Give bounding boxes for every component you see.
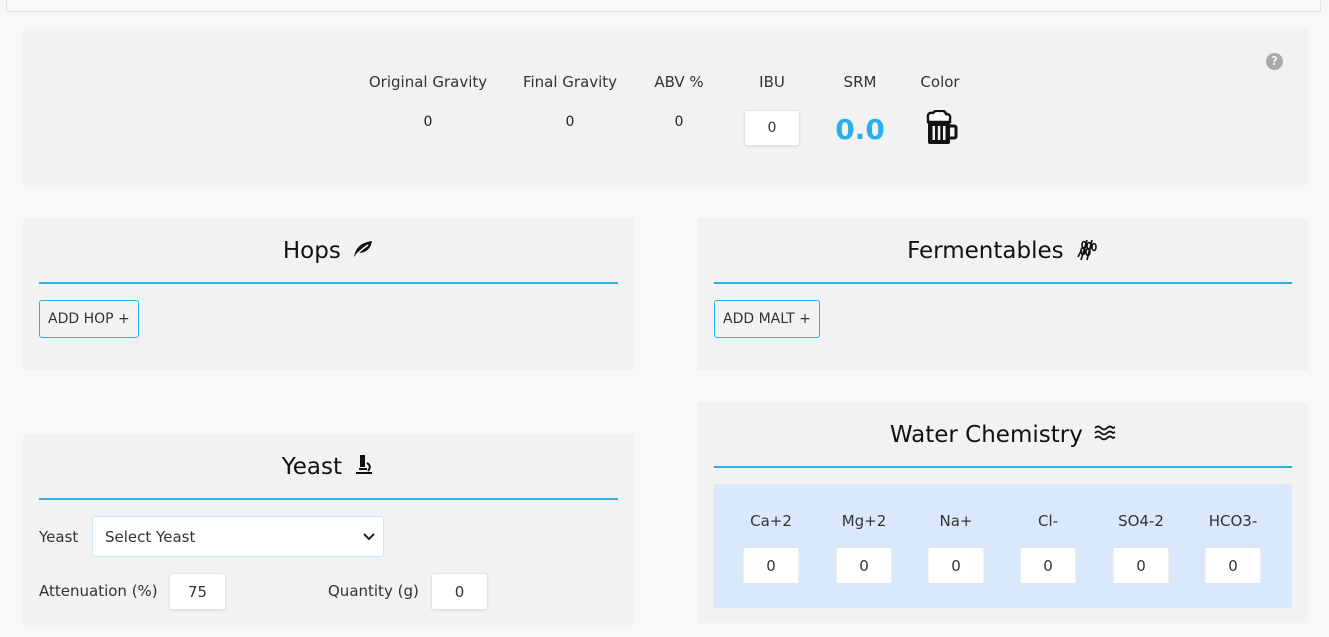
ibu-label: IBU [759, 73, 785, 91]
og-value: 0 [423, 114, 433, 130]
water-title: Water Chemistry [714, 418, 1292, 468]
srm-label: SRM [843, 73, 877, 91]
question-circle-icon[interactable]: ? [1266, 53, 1283, 70]
fermentables-panel: Fermentables ADD MALT + [698, 218, 1308, 370]
attenuation-input[interactable] [169, 573, 226, 610]
fg-label: Final Gravity [522, 73, 618, 91]
ion-input-ca[interactable] [742, 547, 800, 584]
ion-label-ca: Ca+2 [750, 512, 792, 530]
fermentables-title-text: Fermentables [907, 238, 1064, 264]
fermentables-title: Fermentables [714, 234, 1292, 284]
yeast-select[interactable]: Select Yeast [92, 516, 384, 557]
ion-label-hco3: HCO3- [1208, 512, 1258, 530]
fg-value: 0 [565, 114, 575, 130]
attenuation-label: Attenuation (%) [39, 582, 158, 600]
ion-label-so4: SO4-2 [1118, 512, 1164, 530]
chevron-down-icon [363, 532, 375, 540]
ibu-input[interactable] [744, 110, 800, 146]
beer-mug-icon [926, 110, 958, 144]
water-waves-icon [1094, 425, 1116, 440]
ion-input-cl[interactable] [1019, 547, 1077, 584]
yeast-title-text: Yeast [281, 454, 342, 480]
yeast-title: Yeast [39, 450, 618, 500]
add-hop-button[interactable]: ADD HOP + [39, 300, 139, 338]
hops-panel: Hops ADD HOP + [23, 218, 634, 370]
top-bar [6, 0, 1321, 12]
ion-input-na[interactable] [927, 547, 985, 584]
srm-value: 0.0 [835, 113, 885, 146]
water-chemistry-box: Ca+2 Mg+2 Na+ Cl- SO4-2 HCO3- [714, 484, 1292, 608]
hops-title: Hops [39, 234, 618, 284]
color-label: Color [920, 73, 960, 91]
quantity-input[interactable] [431, 573, 488, 610]
water-chemistry-panel: Water Chemistry Ca+2 Mg+2 Na+ Cl- SO4-2 … [698, 402, 1308, 623]
stats-panel: ? Original Gravity Final Gravity ABV % I… [23, 29, 1308, 185]
ion-input-so4[interactable] [1112, 547, 1170, 584]
abv-label: ABV % [654, 73, 704, 91]
ion-label-cl: Cl- [1037, 512, 1059, 530]
ion-label-na: Na+ [939, 512, 973, 530]
ion-input-hco3[interactable] [1204, 547, 1262, 584]
yeast-select-value: Select Yeast [105, 527, 196, 546]
ion-input-mg[interactable] [835, 547, 893, 584]
ion-label-mg: Mg+2 [841, 512, 887, 530]
water-title-text: Water Chemistry [889, 422, 1083, 448]
hops-title-text: Hops [282, 238, 341, 264]
yeast-panel: Yeast Yeast Select Yeast Attenuation (%)… [23, 434, 634, 625]
leaf-icon [354, 240, 373, 257]
og-label: Original Gravity [368, 73, 488, 91]
yeast-label: Yeast [39, 528, 79, 546]
abv-value: 0 [674, 114, 684, 130]
add-malt-button[interactable]: ADD MALT + [714, 300, 820, 338]
microscope-icon [356, 454, 373, 474]
quantity-label: Quantity (g) [328, 582, 419, 600]
wheat-icon [1077, 239, 1097, 260]
